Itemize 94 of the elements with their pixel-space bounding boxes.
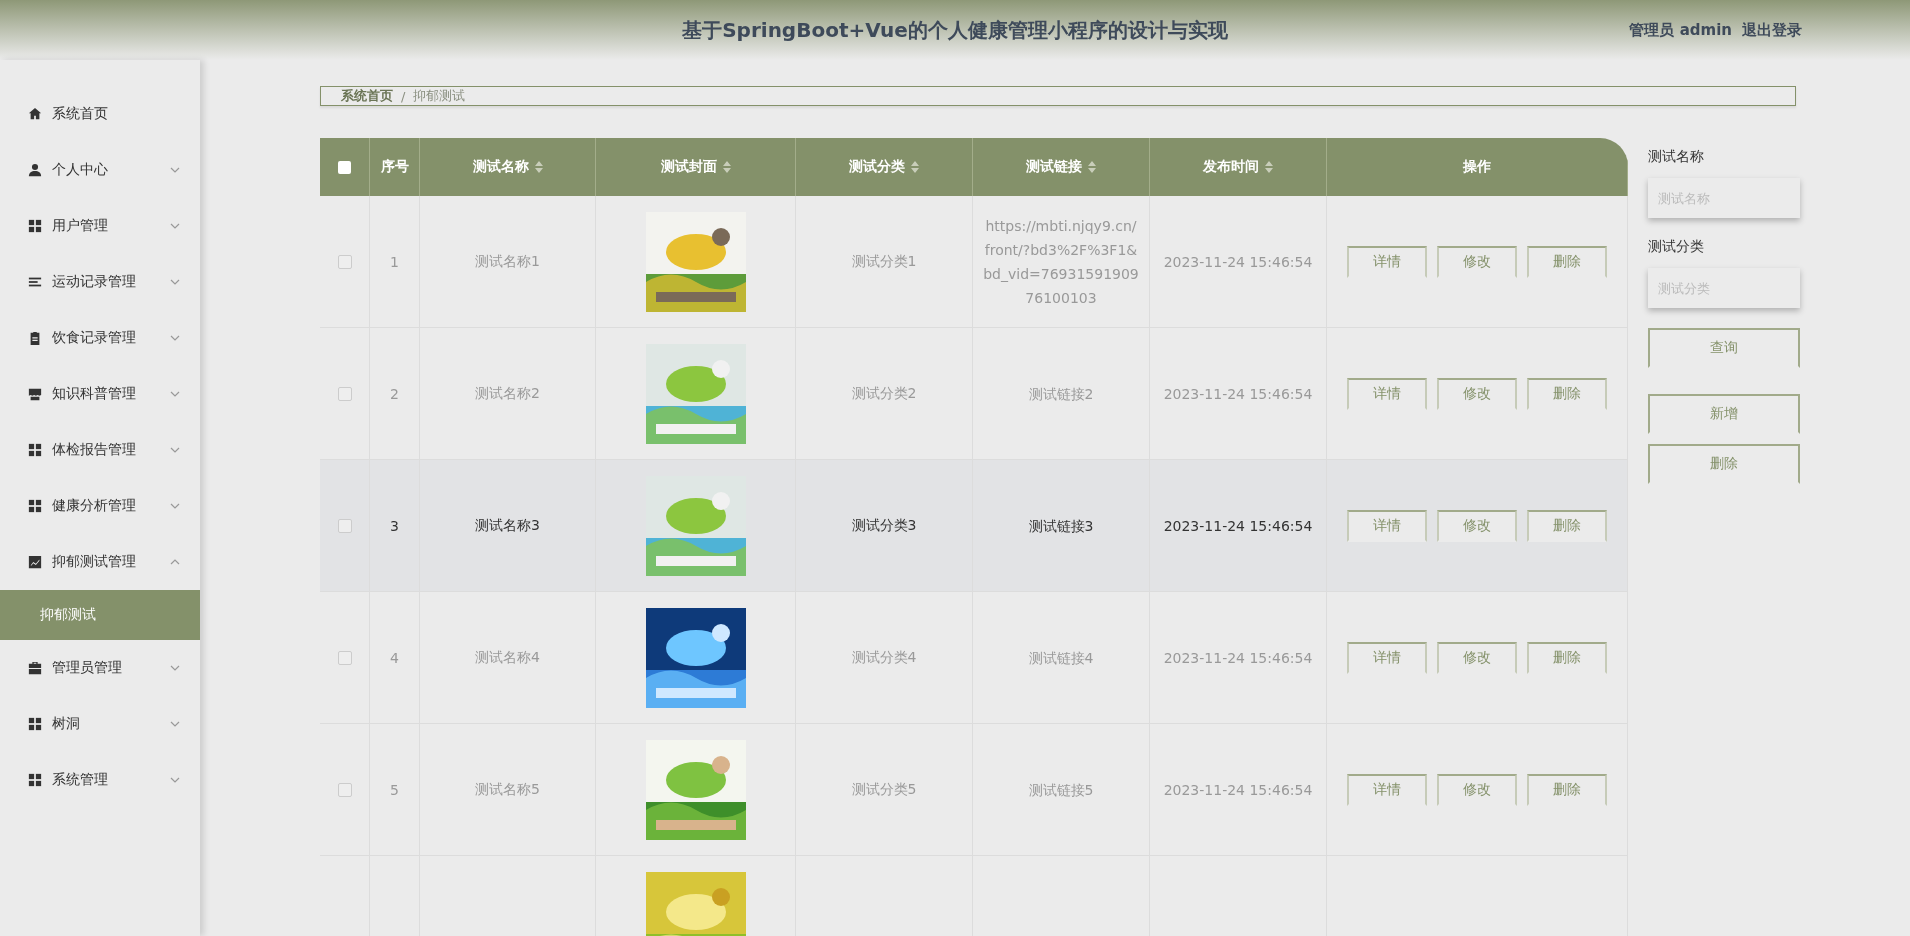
sidebar-item[interactable]: 运动记录管理: [0, 254, 200, 310]
table-cell: 5: [390, 781, 399, 798]
table-cell-text: https://mbti.njqy9.cn/front/?bd3%2F%3F1&bd_vid=7693159190976100103: [982, 216, 1140, 308]
action-button[interactable]: 详情: [1347, 641, 1427, 674]
sort-icon[interactable]: [1088, 161, 1096, 173]
breadcrumb-item: 抑郁测试: [413, 87, 466, 105]
action-button[interactable]: 详情: [1347, 377, 1427, 410]
table-cell: 3: [390, 517, 399, 534]
table-cell: 1: [390, 253, 399, 270]
toolbar-button[interactable]: 新增: [1648, 394, 1800, 434]
table-cell: 测试分类5: [851, 780, 917, 799]
field-label: 测试分类: [1648, 238, 1705, 256]
column-header[interactable]: 发布时间: [1203, 158, 1273, 176]
column-header[interactable]: 测试链接: [1026, 158, 1096, 176]
table-cell: 测试名称3: [420, 460, 596, 592]
logout-link[interactable]: 退出登录: [1742, 20, 1802, 40]
sidebar-item[interactable]: 系统首页: [0, 86, 200, 142]
table-cell-text: 测试链接5: [1027, 780, 1095, 800]
table-cell: 2023-11-24 15:46:54: [1163, 253, 1313, 270]
toolbar-button[interactable]: 删除: [1648, 444, 1800, 484]
row-checkbox[interactable]: [337, 386, 352, 401]
sidebar-item[interactable]: 抑郁测试管理: [0, 534, 200, 590]
action-button[interactable]: 修改: [1437, 641, 1517, 674]
table-cell: 4: [390, 649, 399, 666]
sort-icon[interactable]: [534, 161, 543, 173]
table-cell: 2023-11-24 15:46:54: [1163, 517, 1313, 534]
action-button[interactable]: 修改: [1437, 245, 1517, 278]
home-icon: [28, 107, 42, 121]
row-checkbox[interactable]: [337, 782, 352, 797]
column-header[interactable]: 测试分类: [849, 158, 919, 176]
action-button[interactable]: 删除: [1527, 509, 1607, 542]
table-cell: 测试名称2: [420, 328, 596, 460]
lines-icon: [28, 275, 42, 289]
select-all-checkbox[interactable]: [338, 160, 351, 174]
column-header: 操作: [1463, 158, 1491, 176]
action-button[interactable]: 删除: [1527, 773, 1607, 806]
table-cell: 测试名称4: [420, 592, 596, 724]
action-button[interactable]: 修改: [1437, 509, 1517, 542]
user-label: 管理员 admin: [1629, 20, 1732, 40]
column-header[interactable]: 测试封面: [660, 158, 731, 176]
person-icon: [28, 163, 42, 177]
sidebar-item[interactable]: 系统管理: [0, 752, 200, 808]
grid-icon: [28, 499, 42, 513]
sidebar-item[interactable]: 个人中心: [0, 142, 200, 198]
row-checkbox[interactable]: [337, 254, 352, 269]
action-button[interactable]: 详情: [1347, 509, 1427, 542]
query-button[interactable]: 查询: [1648, 328, 1800, 368]
sidebar-item[interactable]: 体检报告管理: [0, 422, 200, 478]
action-button[interactable]: 修改: [1437, 377, 1517, 410]
briefcase-icon: [28, 661, 42, 675]
field-label: 测试名称: [1648, 148, 1705, 166]
sort-icon[interactable]: [722, 161, 731, 173]
column-header: 序号: [380, 158, 409, 176]
table-cell: 测试分类1: [851, 252, 917, 271]
table-cell-text: 测试链接3: [1027, 516, 1095, 536]
table-cell: 2023-11-24 15:46:54: [1163, 781, 1313, 798]
grid-icon: [28, 443, 42, 457]
chart-icon: [28, 555, 42, 569]
table-cell-text: 测试链接4: [1027, 648, 1095, 668]
breadcrumb-item[interactable]: 系统首页: [341, 87, 393, 105]
table-cell: 测试分类3: [851, 516, 917, 535]
sort-icon[interactable]: [1265, 161, 1273, 173]
grid-icon: [28, 219, 42, 233]
table-cell: 测试分类2: [851, 384, 917, 403]
row-checkbox[interactable]: [337, 650, 352, 665]
sidebar-item[interactable]: 用户管理: [0, 198, 200, 254]
sidebar-item[interactable]: 管理员管理: [0, 640, 200, 696]
sidebar-item[interactable]: 饮食记录管理: [0, 310, 200, 366]
clipboard-icon: [28, 331, 42, 345]
column-header[interactable]: 测试名称: [472, 158, 543, 176]
breadcrumb-separator: /: [401, 88, 406, 104]
grid-icon: [28, 717, 42, 731]
sort-icon[interactable]: [911, 161, 919, 173]
table-cell: 2023-11-24 15:46:54: [1163, 649, 1313, 666]
sidebar-subitem[interactable]: 抑郁测试: [0, 590, 200, 640]
action-button[interactable]: 删除: [1527, 245, 1607, 278]
sidebar-item[interactable]: 树洞: [0, 696, 200, 752]
action-button[interactable]: 详情: [1347, 245, 1427, 278]
action-button[interactable]: 删除: [1527, 377, 1607, 410]
grid-icon: [28, 773, 42, 787]
table-cell-text: 测试链接2: [1027, 384, 1095, 404]
action-button[interactable]: 修改: [1437, 773, 1517, 806]
table-cell: 测试名称1: [420, 196, 596, 328]
action-button[interactable]: 删除: [1527, 641, 1607, 674]
sidebar-item[interactable]: 健康分析管理: [0, 478, 200, 534]
store-icon: [28, 387, 42, 401]
app-title: 基于SpringBoot+Vue的个人健康管理小程序的设计与实现: [682, 16, 1228, 44]
table-cell: 2: [390, 385, 399, 402]
action-button[interactable]: 详情: [1347, 773, 1427, 806]
table-cell: 测试分类4: [851, 648, 917, 667]
row-checkbox[interactable]: [337, 518, 352, 533]
table-cell: 测试名称5: [420, 724, 596, 856]
sidebar-item[interactable]: 知识科普管理: [0, 366, 200, 422]
table-cell: 2023-11-24 15:46:54: [1163, 385, 1313, 402]
